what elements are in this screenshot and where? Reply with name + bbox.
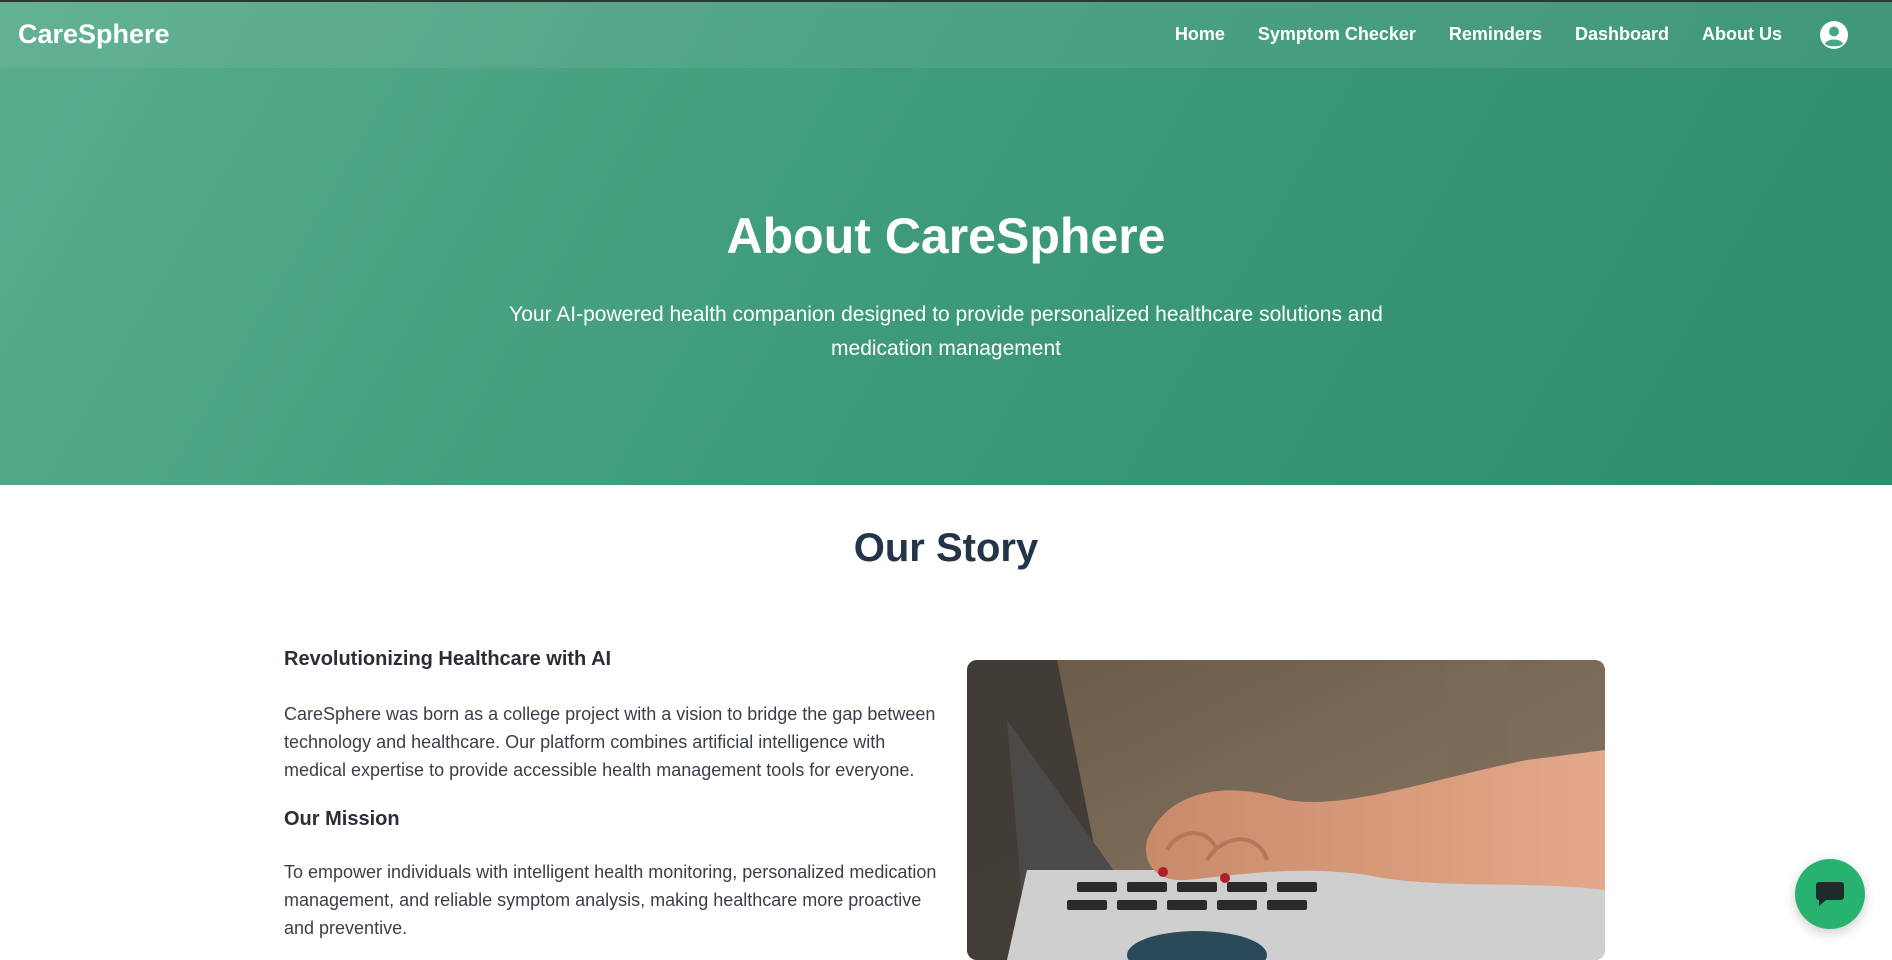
hero-section: CareSphere Home Symptom Checker Reminder… [0,0,1892,485]
hero-subtitle: Your AI-powered health companion designe… [509,303,1383,360]
section-heading-mission: Our Mission [284,808,400,830]
user-circle-icon[interactable] [1819,20,1849,50]
section-text-revolutionizing: CareSphere was born as a college project… [284,704,936,780]
section-text-mission: To empower individuals with intelligent … [284,862,937,938]
chat-bubble-icon [1816,882,1844,906]
nav-item-dashboard[interactable]: Dashboard [1575,24,1669,45]
chat-button[interactable] [1795,859,1865,929]
nav-item-reminders[interactable]: Reminders [1449,24,1542,45]
nav-item-about-us[interactable]: About Us [1702,24,1782,45]
laptop-typing-photo [967,660,1605,960]
page-title: About CareSphere [726,208,1166,264]
nav-item-home[interactable]: Home [1175,24,1225,45]
nav-links: Home Symptom Checker Reminders Dashboard… [1175,24,1782,45]
nav-item-symptom-checker[interactable]: Symptom Checker [1258,24,1416,45]
section-heading-revolutionizing: Revolutionizing Healthcare with AI [284,648,612,670]
brand-logo[interactable]: CareSphere [18,19,170,50]
story-title: Our Story [853,526,1039,570]
navbar: CareSphere Home Symptom Checker Reminder… [0,2,1892,68]
